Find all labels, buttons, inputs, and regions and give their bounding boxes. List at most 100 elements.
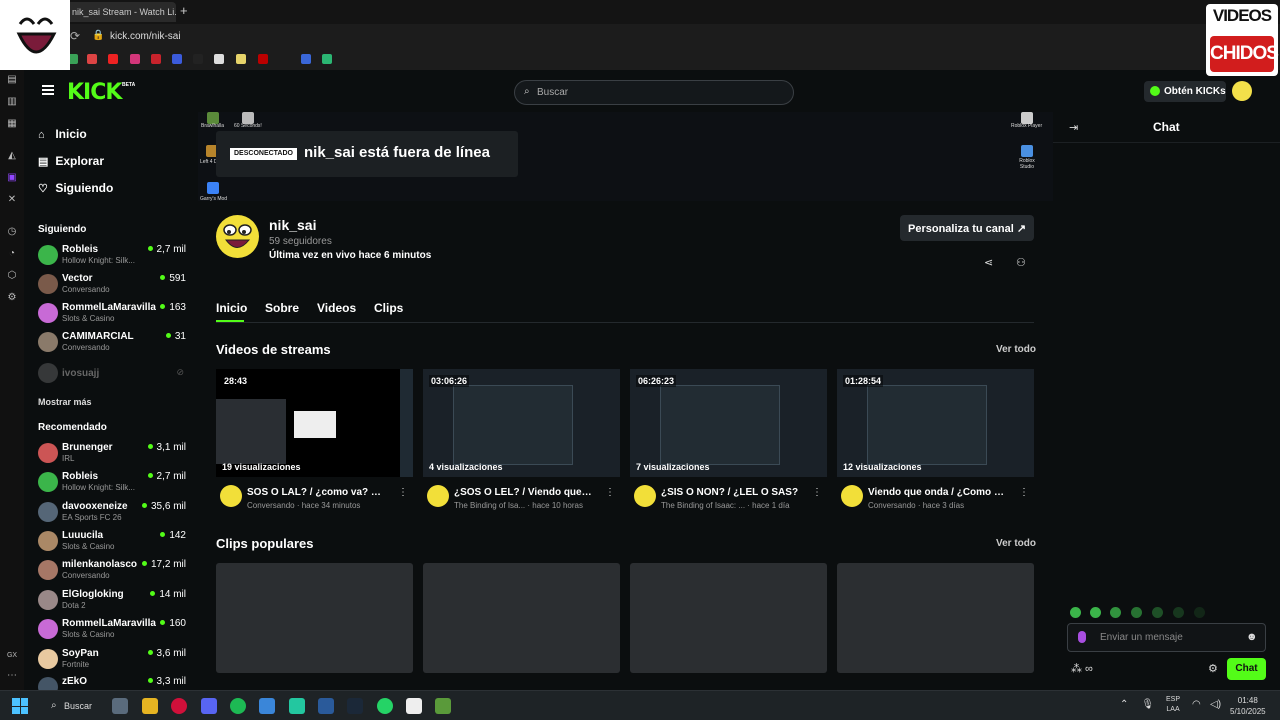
recommended-channel[interactable]: RommelLaMaravilla Slots & Casino 160 [38, 617, 188, 643]
videos-see-all-link[interactable]: Ver todo [996, 344, 1036, 355]
clip-placeholder[interactable] [630, 563, 827, 673]
whatsapp-icon[interactable] [377, 698, 393, 714]
settings-icon[interactable]: ⚙ [6, 292, 18, 304]
clips-see-all-link[interactable]: Ver todo [996, 538, 1036, 549]
bookmark-icon[interactable] [301, 54, 311, 64]
netflix-icon[interactable] [258, 54, 268, 64]
video-thumbnail[interactable]: 06:26:23 7 visualizaciones [630, 369, 827, 477]
microphone-icon[interactable]: 🎙 [1141, 699, 1154, 710]
x-icon[interactable]: ✕ [6, 194, 18, 206]
xbox-app-icon[interactable] [406, 698, 422, 714]
profile-icon[interactable]: ⚇ [1016, 256, 1026, 269]
discord-icon[interactable] [201, 698, 217, 714]
search-input[interactable]: ⌕ Buscar [514, 80, 794, 105]
following-channel[interactable]: Robleis Hollow Knight: Silk... 2,7 mil [38, 243, 188, 269]
pinterest-icon[interactable] [151, 54, 161, 64]
wallet-icon[interactable]: ▥ [6, 96, 18, 108]
following-channel[interactable]: Vector Conversando 591 [38, 272, 188, 298]
more-options-icon[interactable]: ⋮ [812, 487, 822, 498]
recommended-channel[interactable]: milenkanolasco Conversando 17,2 mil [38, 558, 188, 584]
clip-placeholder[interactable] [837, 563, 1034, 673]
bookmark-icon[interactable] [236, 54, 246, 64]
get-kicks-button[interactable]: Obtén KICKs [1144, 81, 1226, 102]
history-icon[interactable]: ◷ [6, 226, 18, 238]
customize-channel-button[interactable]: Personaliza tu canal ↗ [900, 215, 1034, 241]
new-tab-button[interactable]: + [180, 3, 188, 18]
recommended-channel[interactable]: Brunenger IRL 3,1 mil [38, 441, 188, 467]
app-icon[interactable] [318, 698, 334, 714]
recommended-channel[interactable]: zEkO 3,3 mil [38, 675, 188, 690]
clip-placeholder[interactable] [216, 563, 413, 673]
xbox-icon[interactable] [289, 698, 305, 714]
tiktok-icon[interactable] [193, 54, 203, 64]
chat-message-input[interactable]: Enviar un mensaje ☻ [1067, 623, 1266, 652]
video-card[interactable]: 03:06:26 4 visualizaciones ¿SOS O LEL? /… [423, 369, 620, 514]
collapse-chat-icon[interactable]: ⇥ [1069, 121, 1078, 134]
nav-following[interactable]: ♡ Siguiendo [38, 181, 113, 195]
microphone-icon[interactable] [1078, 631, 1086, 643]
bookmark-icon[interactable] [322, 54, 332, 64]
tab-home[interactable]: Inicio [216, 301, 247, 315]
video-card[interactable]: 28:43 19 visualizaciones SOS O LAL? / ¿c… [216, 369, 413, 514]
document-icon[interactable] [214, 54, 224, 64]
browser-tab[interactable]: nik_sai Stream - Watch Li... [62, 2, 176, 22]
recommended-channel[interactable]: ElGlogloking Dota 2 14 mil [38, 588, 188, 614]
following-channel-offline[interactable]: ivosuajj ⊘ [38, 361, 188, 387]
language-indicator[interactable]: ESP LAA [1166, 695, 1180, 715]
clock-icon[interactable]: ◔ [6, 248, 18, 260]
recommended-channel[interactable]: davooxeneize EA Sports FC 26 35,6 mil [38, 500, 188, 526]
file-explorer-icon[interactable] [142, 698, 158, 714]
youtube-icon[interactable] [108, 54, 118, 64]
nav-home[interactable]: ⌂ Inicio [38, 127, 87, 141]
show-more-button[interactable]: Mostrar más [38, 397, 92, 407]
extensions-icon[interactable]: ⬡ [6, 270, 18, 282]
wifi-icon[interactable]: ◠ [1192, 699, 1201, 710]
following-channel[interactable]: RommelLaMaravilla Slots & Casino 163 [38, 301, 188, 327]
following-channel[interactable]: CAMIMARCIAL Conversando 31 [38, 330, 188, 356]
recommended-channel[interactable]: SoyPan Fortnite 3,6 mil [38, 647, 188, 673]
user-avatar[interactable] [1232, 81, 1252, 101]
chevron-up-icon[interactable]: ⌃ [1120, 699, 1128, 710]
gear-icon[interactable]: ⚙ [1208, 662, 1218, 675]
clock[interactable]: 01:48 5/10/2025 [1230, 695, 1266, 717]
lock-icon[interactable]: 🔒 [92, 30, 104, 41]
kick-logo[interactable]: KICK [67, 80, 122, 105]
channel-avatar[interactable] [216, 215, 259, 258]
spotify-icon[interactable] [230, 698, 246, 714]
workspace-icon[interactable]: ▤ [6, 74, 18, 86]
video-card[interactable]: 06:26:23 7 visualizaciones ¿SIS O NON? /… [630, 369, 827, 514]
more-options-icon[interactable]: ⋮ [1019, 487, 1029, 498]
emoji-icon[interactable]: ☻ [1246, 631, 1258, 643]
video-thumbnail[interactable]: 01:28:54 12 visualizaciones [837, 369, 1034, 477]
more-options-icon[interactable]: ⋮ [398, 487, 408, 498]
windows-start-icon[interactable] [12, 698, 28, 714]
tab-videos[interactable]: Videos [317, 301, 356, 315]
twitch-icon[interactable]: ▣ [6, 172, 18, 184]
nav-explore[interactable]: ▤ Explorar [38, 154, 104, 168]
photos-icon[interactable] [259, 698, 275, 714]
video-card[interactable]: 01:28:54 12 visualizaciones Viendo que o… [837, 369, 1034, 514]
chat-send-button[interactable]: Chat [1227, 658, 1266, 680]
bookmark-icon[interactable] [172, 54, 182, 64]
chat-extras-icon[interactable]: ⁂ ∞ [1071, 662, 1093, 675]
aria-icon[interactable]: ◭ [6, 150, 18, 162]
video-thumbnail[interactable]: 03:06:26 4 visualizaciones [423, 369, 620, 477]
more-options-icon[interactable]: ⋮ [605, 487, 615, 498]
recommended-channel[interactable]: Robleis Hollow Knight: Silk... 2,7 mil [38, 470, 188, 496]
clip-placeholder[interactable] [423, 563, 620, 673]
minecraft-icon[interactable] [435, 698, 451, 714]
reload-icon[interactable]: ⟳ [70, 29, 80, 43]
more-icon[interactable]: ⋯ [6, 670, 18, 682]
player-icon[interactable]: ▦ [6, 118, 18, 130]
menu-icon[interactable] [42, 85, 54, 95]
instagram-icon[interactable] [130, 54, 140, 64]
share-icon[interactable]: ⋖ [984, 256, 993, 269]
taskbar-search[interactable]: ⌕ Buscar [46, 696, 100, 716]
url-field[interactable]: kick.com/nik-sai [110, 31, 181, 42]
tab-clips[interactable]: Clips [374, 301, 403, 315]
steam-icon[interactable] [347, 698, 363, 714]
volume-icon[interactable]: ◁) [1210, 699, 1221, 710]
gx-icon[interactable]: GX [6, 650, 18, 662]
app-icon[interactable] [112, 698, 128, 714]
opera-gx-icon[interactable] [171, 698, 187, 714]
